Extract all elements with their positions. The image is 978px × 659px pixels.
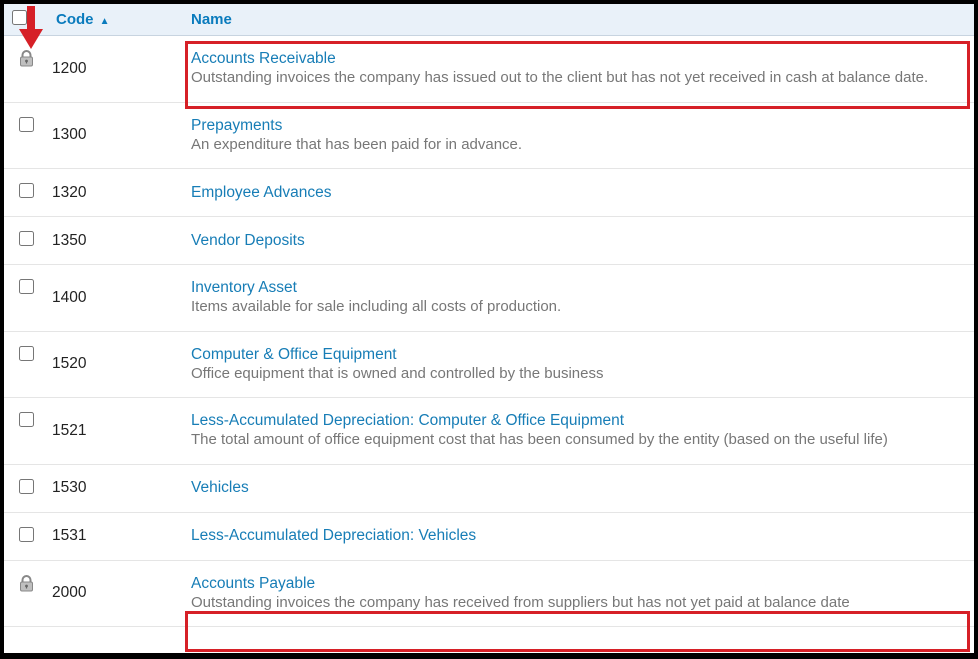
row-select-cell [4,102,48,169]
row-name-cell: Employee Advances [183,169,974,217]
row-name-cell: Accounts ReceivableOutstanding invoices … [183,36,974,103]
row-code: 1200 [48,36,183,103]
account-description: Office equipment that is owned and contr… [191,364,968,384]
table-row: 1400Inventory AssetItems available for s… [4,265,974,332]
account-link[interactable]: Inventory Asset [191,279,297,296]
row-code: 2000 [48,560,183,627]
table-row: 1350 Vendor Deposits [4,217,974,265]
account-description: An expenditure that has been paid for in… [191,135,968,155]
table-row: 1300PrepaymentsAn expenditure that has b… [4,102,974,169]
row-select-cell [4,331,48,398]
row-code: 1531 [48,512,183,560]
account-description: The total amount of office equipment cos… [191,430,968,450]
row-checkbox[interactable] [19,117,34,132]
account-description: Items available for sale including all c… [191,297,968,317]
row-select-cell [4,560,48,627]
row-name-cell: Accounts PayableOutstanding invoices the… [183,560,974,627]
account-link[interactable]: Less-Accumulated Depreciation: Computer … [191,412,624,429]
row-checkbox[interactable] [19,527,34,542]
row-name-cell: Vehicles [183,464,974,512]
header-code-label: Code [56,11,94,28]
account-link[interactable]: Accounts Payable [191,575,315,592]
row-code: 1530 [48,464,183,512]
row-select-cell [4,169,48,217]
row-code: 1521 [48,398,183,465]
table-row: 1521 Less-Accumulated Depreciation: Compu… [4,398,974,465]
row-select-cell [4,464,48,512]
table-row: 1530 Vehicles [4,464,974,512]
row-code: 1320 [48,169,183,217]
row-checkbox[interactable] [19,279,34,294]
table-row: 1320 Employee Advances [4,169,974,217]
row-checkbox[interactable] [19,183,34,198]
row-select-cell [4,36,48,103]
row-name-cell: Inventory AssetItems available for sale … [183,265,974,332]
account-link[interactable]: Employee Advances [191,184,331,201]
lock-icon [18,575,35,596]
row-select-cell [4,217,48,265]
select-all-checkbox[interactable] [12,10,27,25]
row-checkbox[interactable] [19,231,34,246]
row-code: 1520 [48,331,183,398]
account-description: Outstanding invoices the company has rec… [191,593,968,613]
table-row: 1520Computer & Office EquipmentOffice eq… [4,331,974,398]
row-name-cell: Less-Accumulated Depreciation: Vehicles [183,512,974,560]
account-link[interactable]: Accounts Receivable [191,50,336,67]
row-name-cell: Computer & Office EquipmentOffice equipm… [183,331,974,398]
row-checkbox[interactable] [19,479,34,494]
row-select-cell [4,265,48,332]
header-name[interactable]: Name [183,4,974,36]
table-row: 1531 Less-Accumulated Depreciation: Vehic… [4,512,974,560]
row-select-cell [4,398,48,465]
header-name-label: Name [191,11,232,28]
row-code: 1300 [48,102,183,169]
sort-asc-icon: ▲ [100,16,110,27]
account-link[interactable]: Vehicles [191,479,249,496]
header-checkbox-cell [4,4,48,36]
header-code[interactable]: Code ▲ [48,4,183,36]
accounts-table: Code ▲ Name 1200Accounts ReceivableOutst… [4,4,974,627]
table-row: 2000Accounts PayableOutstanding invoices… [4,560,974,627]
row-code: 1400 [48,265,183,332]
row-select-cell [4,512,48,560]
row-code: 1350 [48,217,183,265]
lock-icon [18,50,35,71]
row-checkbox[interactable] [19,346,34,361]
account-link[interactable]: Prepayments [191,117,282,134]
table-row: 1200Accounts ReceivableOutstanding invoi… [4,36,974,103]
account-link[interactable]: Less-Accumulated Depreciation: Vehicles [191,527,476,544]
row-checkbox[interactable] [19,412,34,427]
account-description: Outstanding invoices the company has iss… [191,68,968,88]
row-name-cell: PrepaymentsAn expenditure that has been … [183,102,974,169]
row-name-cell: Less-Accumulated Depreciation: Computer … [183,398,974,465]
account-link[interactable]: Computer & Office Equipment [191,346,397,363]
row-name-cell: Vendor Deposits [183,217,974,265]
account-link[interactable]: Vendor Deposits [191,232,305,249]
